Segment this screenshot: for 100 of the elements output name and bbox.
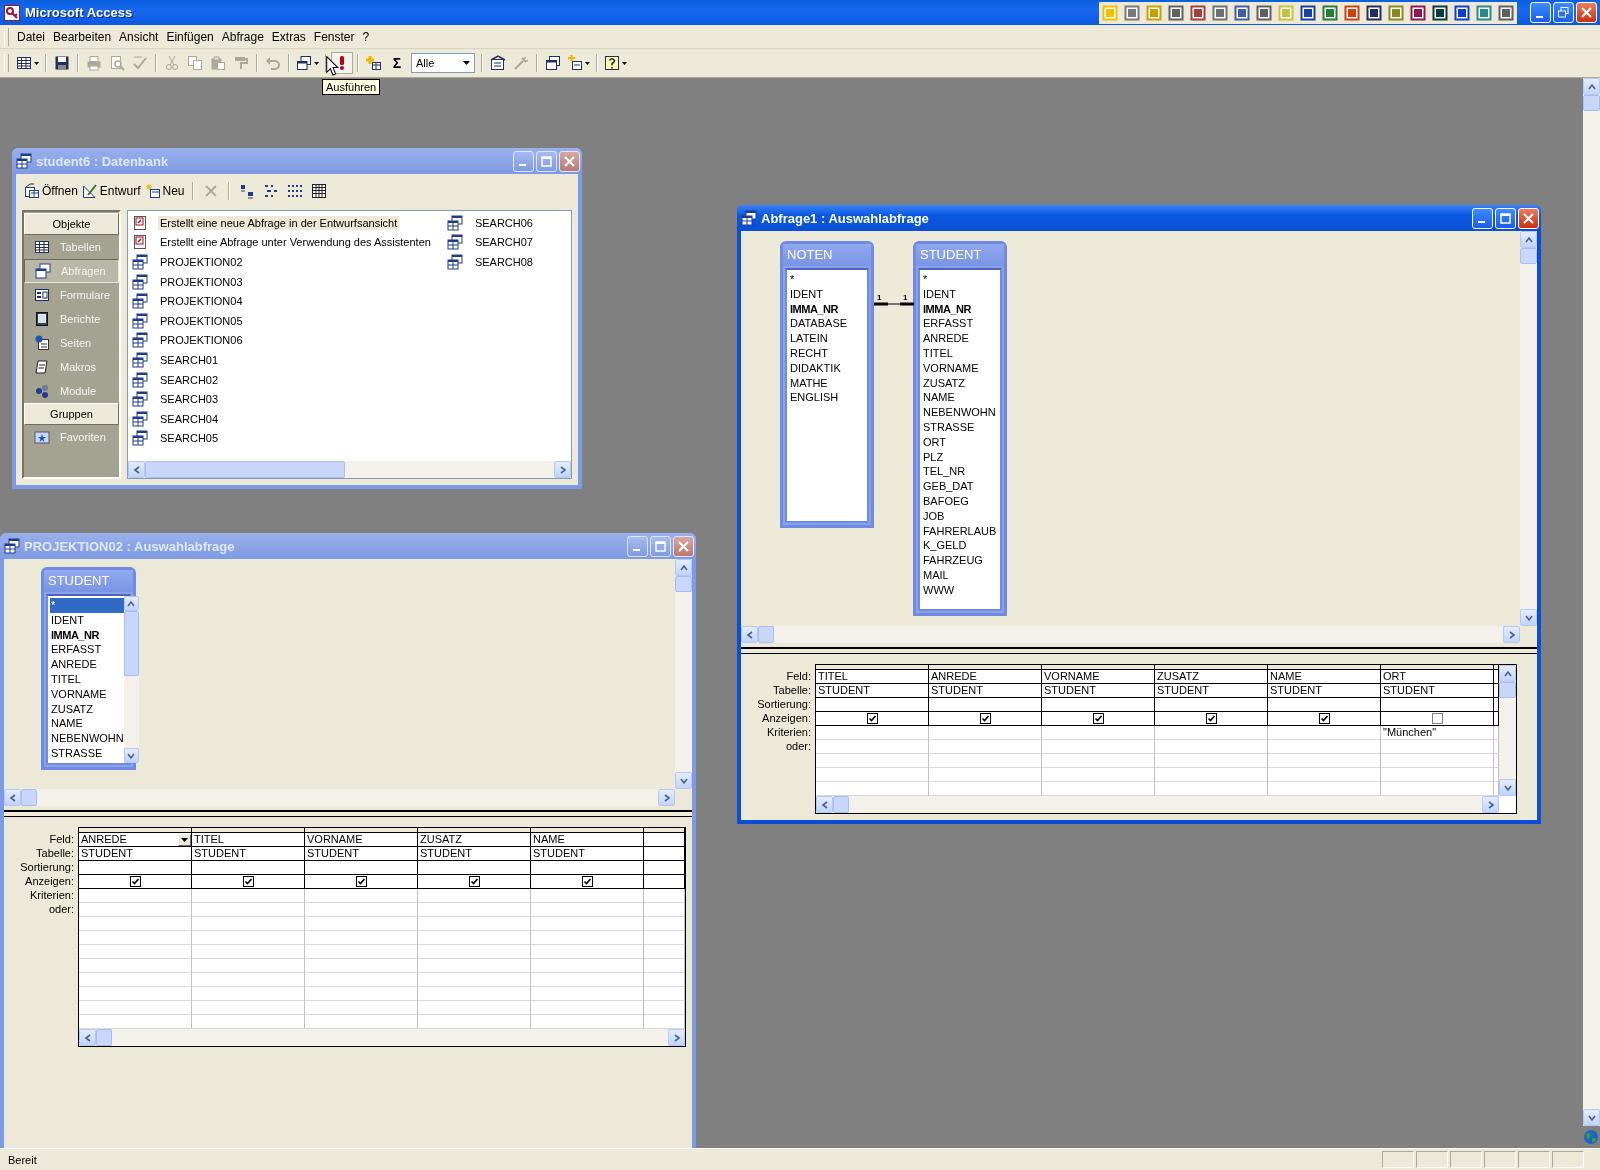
field-item[interactable]: NAME — [50, 716, 124, 732]
field-item[interactable]: BAFOEG — [922, 493, 1000, 509]
menu-item[interactable]: Fenster — [309, 27, 359, 46]
window-title: PROJEKTION02 : Auswahlabfrage — [24, 538, 235, 554]
field-item[interactable]: IDENT — [50, 612, 124, 628]
menu-item[interactable]: Extras — [267, 27, 310, 46]
field-cell[interactable]: VORNAME — [305, 833, 418, 847]
field-cell[interactable]: ZUSATZ — [418, 833, 531, 847]
groups-header-button[interactable]: Gruppen — [24, 403, 119, 425]
objects-header-button[interactable]: Objekte — [24, 213, 119, 235]
field-item[interactable]: ERFASST — [50, 642, 124, 658]
field-item[interactable]: ERFASST — [922, 316, 1000, 332]
field-item[interactable]: TITEL — [50, 672, 124, 687]
menu-item[interactable]: ? — [358, 27, 374, 46]
list-item[interactable]: SEARCH02 — [158, 372, 221, 387]
list-item[interactable]: SEARCH05 — [158, 431, 221, 446]
field-item[interactable]: FAHRZEUG — [922, 553, 1000, 568]
field-item[interactable]: NAME — [922, 390, 1000, 406]
list-item[interactable]: SEARCH07 — [472, 235, 535, 250]
table-cell[interactable]: STUDENT — [531, 847, 644, 861]
new-button[interactable]: Neu — [144, 183, 185, 199]
totals-button[interactable]: Σ — [386, 52, 408, 74]
field-item[interactable]: ENGLISH — [789, 390, 867, 406]
field-item[interactable]: GEB_DAT — [922, 479, 1000, 494]
list-item[interactable]: PROJEKTION02 — [158, 255, 245, 269]
field-item[interactable]: ZUSATZ — [50, 701, 124, 717]
menu-item[interactable]: Einfügen — [162, 27, 218, 46]
table-field-list[interactable]: STUDENT * IDENT IMMA_NR ERFASST ANREDE TITEL VORNAME ZUSATZ NAME NEBENWOHN STRASSE — [41, 567, 136, 770]
open-button[interactable]: Öffnen — [24, 183, 78, 199]
field-item[interactable]: NEBENWOHN — [50, 731, 124, 746]
field-item[interactable]: IDENT — [789, 286, 867, 302]
list-item[interactable]: SEARCH06 — [472, 215, 535, 230]
field-item[interactable]: DATABASE — [789, 316, 867, 332]
field-item[interactable]: TITEL — [922, 346, 1000, 361]
field-item[interactable]: WWW — [922, 582, 1000, 598]
field-cell[interactable]: VORNAME — [1042, 670, 1155, 684]
field-cell[interactable]: ORT — [1381, 670, 1494, 684]
field-item[interactable]: PLZ — [922, 449, 1000, 465]
menu-item[interactable]: Abfrage — [217, 27, 268, 46]
field-cell[interactable]: ANREDE — [929, 670, 1042, 684]
table-cell[interactable]: STUDENT — [1268, 684, 1381, 698]
field-item[interactable]: * — [50, 598, 124, 613]
list-item[interactable]: SEARCH08 — [472, 255, 535, 269]
field-item[interactable]: IMMA_NR — [50, 627, 124, 643]
menu-item[interactable]: Bearbeiten — [49, 27, 116, 46]
menu-item[interactable]: Ansicht — [115, 27, 163, 46]
field-item[interactable]: VORNAME — [50, 686, 124, 702]
list-item[interactable]: Erstellt eine neue Abfrage in der Entwurfsansicht — [158, 215, 400, 230]
list-item[interactable]: SEARCH03 — [158, 392, 221, 407]
field-item[interactable]: JOB — [922, 508, 1000, 524]
field-item[interactable]: ANREDE — [50, 657, 124, 672]
field-cell[interactable]: ANREDE — [79, 833, 192, 847]
list-item[interactable]: PROJEKTION06 — [158, 333, 245, 348]
list-item[interactable]: Erstellt eine Abfrage unter Verwendung des Assistenten — [158, 235, 433, 250]
field-item[interactable]: K_GELD — [922, 538, 1000, 554]
field-cell[interactable]: NAME — [531, 833, 644, 847]
table-field-list[interactable]: NOTEN * IDENT IMMA_NR DATABASE LATEIN RECHT DIDAKTIK MATHE ENGLISH — [780, 241, 874, 528]
list-item[interactable]: SEARCH01 — [158, 352, 221, 367]
list-item[interactable]: SEARCH04 — [158, 411, 221, 426]
table-cell[interactable]: STUDENT — [1381, 684, 1494, 698]
field-cell[interactable]: ZUSATZ — [1155, 670, 1268, 684]
field-item[interactable]: ANREDE — [922, 331, 1000, 346]
table-cell[interactable]: STUDENT — [305, 847, 418, 861]
field-item[interactable]: VORNAME — [922, 360, 1000, 376]
list-item[interactable]: PROJEKTION03 — [158, 274, 245, 289]
design-button[interactable]: Entwurf — [81, 183, 141, 199]
field-item[interactable]: ZUSATZ — [922, 375, 1000, 391]
field-item[interactable]: FAHRERLAUB — [922, 523, 1000, 539]
field-item[interactable]: LATEIN — [789, 331, 867, 346]
table-cell[interactable]: STUDENT — [1155, 684, 1268, 698]
field-item[interactable]: MAIL — [922, 567, 1000, 583]
field-item[interactable]: NEBENWOHN — [922, 405, 1000, 420]
table-cell[interactable]: STUDENT — [929, 684, 1042, 698]
field-item[interactable]: IMMA_NR — [922, 301, 1000, 317]
field-cell[interactable]: TITEL — [816, 670, 929, 684]
field-item[interactable]: * — [789, 272, 867, 287]
table-cell[interactable]: STUDENT — [79, 847, 192, 861]
table-cell[interactable]: STUDENT — [1042, 684, 1155, 698]
field-item[interactable]: TEL_NR — [922, 464, 1000, 480]
field-item[interactable]: STRASSE — [922, 419, 1000, 435]
field-item[interactable]: MATHE — [789, 375, 867, 391]
field-cell[interactable]: TITEL — [192, 833, 305, 847]
field-cell[interactable]: NAME — [1268, 670, 1381, 684]
table-field-list[interactable]: STUDENT * IDENT IMMA_NR ERFASST ANREDE TITEL VORNAME ZUSATZ NAME NEBENWOHN STRASSE ORT PLZ TEL_NR GEB_DAT BAFOEG JOB FAHRERLAUB K_GELD FAHRZEUG MAIL WWW — [913, 241, 1007, 616]
field-item[interactable]: * — [922, 272, 1000, 287]
field-item[interactable]: DIDAKTIK — [789, 360, 867, 376]
row-label: Feld: — [785, 669, 812, 683]
criteria-cell[interactable]: "München" — [1381, 726, 1494, 740]
field-item[interactable]: IMMA_NR — [789, 301, 867, 317]
field-item[interactable]: IDENT — [922, 286, 1000, 302]
list-item[interactable]: PROJEKTION05 — [158, 313, 245, 328]
table-cell[interactable]: STUDENT — [418, 847, 531, 861]
table-cell[interactable]: STUDENT — [192, 847, 305, 861]
field-item[interactable]: RECHT — [789, 346, 867, 361]
list-item[interactable]: PROJEKTION04 — [158, 294, 245, 309]
table-cell[interactable]: STUDENT — [816, 684, 929, 698]
field-item[interactable]: ORT — [922, 434, 1000, 450]
field-item[interactable]: STRASSE — [50, 745, 124, 761]
filter-dropdown[interactable]: Alle — [411, 53, 475, 73]
menu-item[interactable]: Datei — [13, 27, 49, 46]
